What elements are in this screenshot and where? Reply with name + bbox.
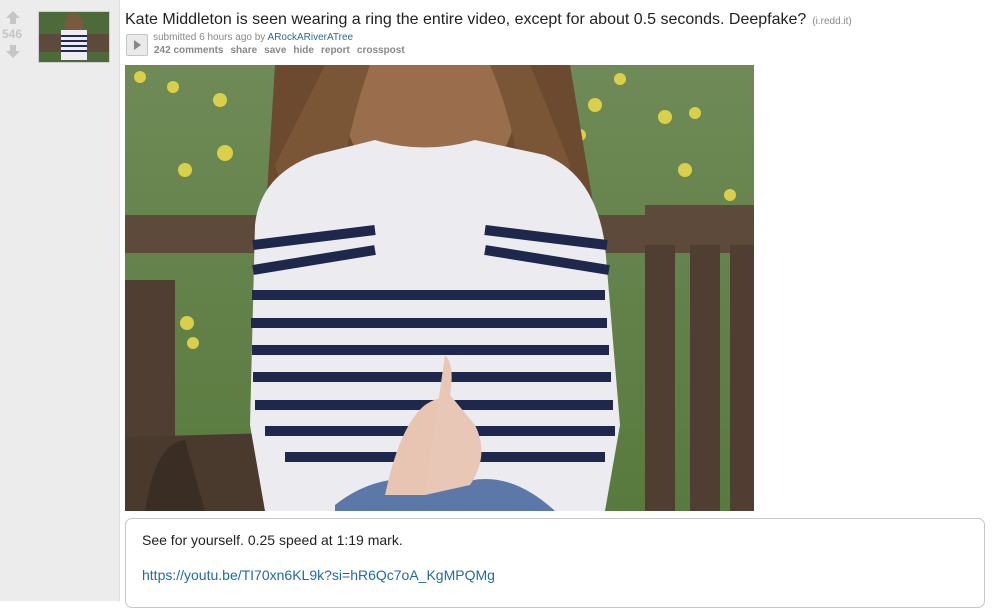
upvote-arrow-icon[interactable] [5,10,21,26]
save-button[interactable]: save [264,45,286,56]
post-tagline: submitted 6 hours ago by ARockARiverATre… [153,32,353,43]
tagline-submitted: submitted 6 hours ago by [153,32,266,43]
author-link[interactable]: ARockARiverATree [268,32,354,43]
comments-link[interactable]: 242 comments [154,45,223,56]
report-button[interactable]: report [321,45,350,56]
post-image-preview[interactable] [125,65,754,511]
post-title-link[interactable]: Kate Middleton is seen wearing a ring th… [125,11,852,29]
post-actions: 242 comments share save hide report crosspost [154,45,412,56]
thumbnail-image [39,12,109,62]
selftext-line: See for yourself. 0.25 speed at 1:19 mar… [142,532,403,548]
vote-column [0,0,120,601]
post-score: 546 [1,27,23,41]
post-domain[interactable]: (i.redd.it) [812,16,851,27]
youtube-link[interactable]: https://youtu.be/TI70xn6KL9k?si=hR6Qc7oA… [142,567,495,583]
selftext-box: See for yourself. 0.25 speed at 1:19 mar… [125,518,985,608]
post-title[interactable]: Kate Middleton is seen wearing a ring th… [125,11,806,28]
expando-button[interactable] [126,34,148,56]
post-image [125,65,754,511]
post-thumbnail[interactable] [38,11,110,63]
crosspost-button[interactable]: crosspost [357,45,405,56]
hide-button[interactable]: hide [293,45,314,56]
share-button[interactable]: share [230,45,257,56]
downvote-arrow-icon[interactable] [5,43,21,59]
play-icon [134,40,141,50]
